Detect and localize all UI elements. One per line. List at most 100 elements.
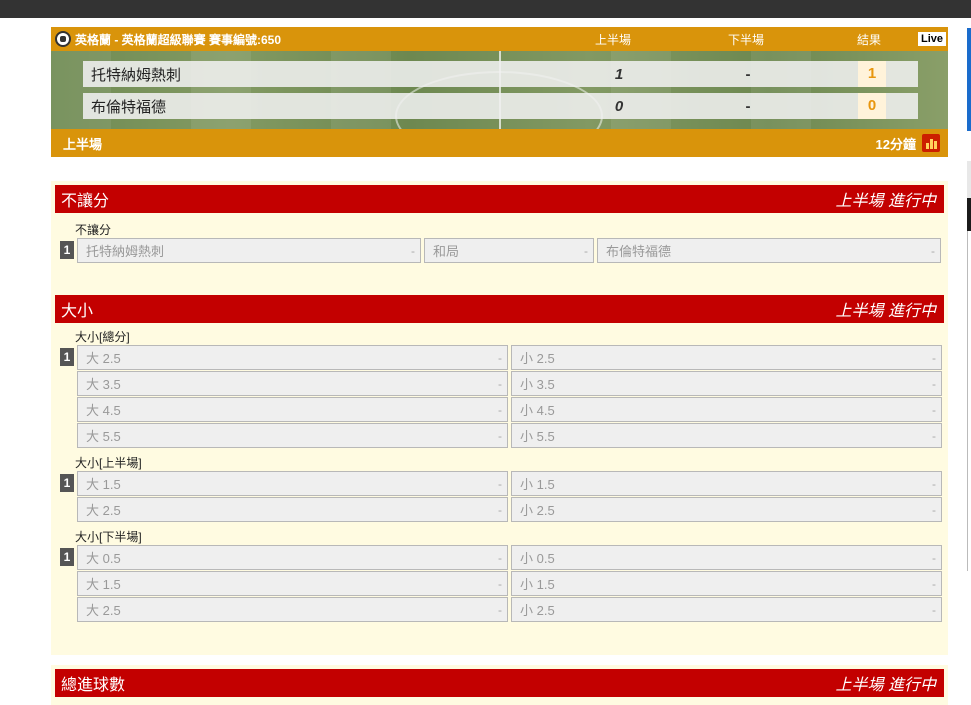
odds-cell-under[interactable]: 小 5.5 - bbox=[511, 423, 942, 448]
option-odds: - bbox=[498, 402, 502, 417]
panel-tab[interactable] bbox=[967, 198, 971, 231]
odds-cell-over[interactable]: 大 5.5 - bbox=[77, 423, 508, 448]
col-result: 結果 bbox=[856, 32, 881, 47]
option-label: 大 2.5 bbox=[86, 603, 121, 618]
market-number-badge: 1 bbox=[60, 474, 74, 492]
option-label: 大 4.5 bbox=[86, 403, 121, 418]
result-score: 1 bbox=[858, 61, 886, 87]
bar-chart-icon[interactable] bbox=[922, 134, 940, 152]
odds-cell-under[interactable]: 小 3.5 - bbox=[511, 371, 942, 396]
option-label: 托特納姆熱刺 bbox=[86, 244, 165, 259]
option-odds: - bbox=[932, 602, 936, 617]
option-odds: - bbox=[498, 428, 502, 443]
odds-block: 1 托特納姆熱刺 - 和局 - 布倫特福德 - bbox=[57, 238, 948, 264]
option-label: 小 4.5 bbox=[520, 403, 555, 418]
match-period: 上半場 bbox=[63, 136, 103, 152]
second-half-score: - bbox=[745, 65, 751, 83]
market-number-badge: 1 bbox=[60, 548, 74, 566]
odds-cell-over[interactable]: 大 0.5 - bbox=[77, 545, 508, 570]
section-title: 大小 bbox=[61, 303, 94, 320]
odds-row: 大 2.5 - 小 2.5 - bbox=[77, 497, 948, 523]
odds-cell-over[interactable]: 大 4.5 - bbox=[77, 397, 508, 422]
option-label: 大 2.5 bbox=[86, 503, 121, 518]
panel-divider bbox=[967, 161, 971, 198]
team-row-home: 托特納姆熱刺 1 - 1 bbox=[83, 61, 918, 87]
market-label: 大小[總分] bbox=[75, 330, 130, 344]
second-half-score: - bbox=[745, 97, 751, 115]
option-odds: - bbox=[932, 428, 936, 443]
col-second-half: 下半場 bbox=[727, 32, 764, 47]
option-label: 小 1.5 bbox=[520, 577, 555, 592]
odds-block: 1 大 2.5 - 小 2.5 - 大 3.5 - 小 3.5 - 大 4.5 - 小 4… bbox=[57, 345, 948, 449]
top-bar bbox=[0, 0, 971, 18]
option-odds: - bbox=[498, 550, 502, 565]
team-name: 布倫特福德 bbox=[91, 98, 167, 116]
section-no-handicap: 不讓分 上半場 進行中 不讓分 1 托特納姆熱刺 - 和局 - 布倫特福德 - bbox=[51, 181, 948, 293]
odds-cell-under[interactable]: 小 2.5 - bbox=[511, 597, 942, 622]
bar-chart-bar bbox=[930, 139, 933, 149]
section-header[interactable]: 大小 上半場 進行中 bbox=[55, 295, 944, 323]
option-odds: - bbox=[932, 576, 936, 591]
odds-cell-over[interactable]: 大 3.5 - bbox=[77, 371, 508, 396]
bar-chart-bar bbox=[934, 141, 937, 149]
pitch-background: 托特納姆熱刺 1 - 1 布倫特福德 0 - 0 bbox=[51, 51, 948, 129]
odds-row: 大 0.5 - 小 0.5 - bbox=[77, 545, 948, 571]
odds-cell-over[interactable]: 大 2.5 - bbox=[77, 597, 508, 622]
option-odds: - bbox=[932, 476, 936, 491]
odds-cell-over[interactable]: 大 1.5 - bbox=[77, 471, 508, 496]
option-odds: - bbox=[498, 576, 502, 591]
odds-cell-over[interactable]: 大 1.5 - bbox=[77, 571, 508, 596]
market-label: 大小[上半場] bbox=[75, 456, 142, 470]
odds-cell-under[interactable]: 小 4.5 - bbox=[511, 397, 942, 422]
section-status: 上半場 進行中 bbox=[835, 303, 936, 320]
odds-cell-home[interactable]: 托特納姆熱刺 - bbox=[77, 238, 421, 263]
odds-block: 1 大 0.5 - 小 0.5 - 大 1.5 - 小 1.5 - 大 2.5 - 小 2… bbox=[57, 545, 948, 623]
soccer-ball-icon bbox=[55, 31, 71, 47]
match-scoreboard: 英格蘭 - 英格蘭超級聯賽 賽事編號:650 上半場 下半場 結果 Live 托… bbox=[51, 27, 948, 157]
option-odds: - bbox=[411, 243, 415, 258]
option-label: 小 3.5 bbox=[520, 377, 555, 392]
odds-cell-over[interactable]: 大 2.5 - bbox=[77, 345, 508, 370]
section-title: 不讓分 bbox=[61, 193, 110, 210]
option-odds: - bbox=[932, 502, 936, 517]
option-label: 布倫特福德 bbox=[606, 244, 672, 259]
section-header[interactable]: 不讓分 上半場 進行中 bbox=[55, 185, 944, 213]
market-number-badge: 1 bbox=[60, 241, 74, 259]
option-odds: - bbox=[498, 502, 502, 517]
option-label: 小 2.5 bbox=[520, 603, 555, 618]
option-odds: - bbox=[498, 350, 502, 365]
odds-row: 大 2.5 - 小 2.5 - bbox=[77, 597, 948, 623]
odds-cell-over[interactable]: 大 2.5 - bbox=[77, 497, 508, 522]
option-label: 小 2.5 bbox=[520, 351, 555, 366]
odds-cell-under[interactable]: 小 1.5 - bbox=[511, 471, 942, 496]
odds-cell-under[interactable]: 小 0.5 - bbox=[511, 545, 942, 570]
odds-row: 大 5.5 - 小 5.5 - bbox=[77, 423, 948, 449]
option-label: 大 0.5 bbox=[86, 551, 121, 566]
odds-cell-away[interactable]: 布倫特福德 - bbox=[597, 238, 941, 263]
section-total-goals: 總進球數 上半場 進行中 bbox=[51, 665, 948, 705]
option-odds: - bbox=[584, 243, 588, 258]
first-half-score: 0 bbox=[614, 97, 624, 115]
odds-cell-under[interactable]: 小 2.5 - bbox=[511, 497, 942, 522]
odds-row: 大 3.5 - 小 3.5 - bbox=[77, 371, 948, 397]
section-title: 總進球數 bbox=[61, 677, 126, 694]
odds-row: 大 1.5 - 小 1.5 - bbox=[77, 471, 948, 497]
option-label: 大 5.5 bbox=[86, 429, 121, 444]
result-score: 0 bbox=[858, 93, 886, 119]
option-label: 大 1.5 bbox=[86, 577, 121, 592]
market-label: 不讓分 bbox=[75, 223, 112, 237]
odds-cell-under[interactable]: 小 1.5 - bbox=[511, 571, 942, 596]
right-panel-edge bbox=[947, 18, 971, 705]
market-number-badge: 1 bbox=[60, 348, 74, 366]
option-odds: - bbox=[932, 402, 936, 417]
odds-cell-under[interactable]: 小 2.5 - bbox=[511, 345, 942, 370]
match-footer: 上半場 12分鐘 bbox=[51, 129, 948, 157]
option-odds: - bbox=[498, 602, 502, 617]
odds-row: 大 2.5 - 小 2.5 - bbox=[77, 345, 948, 371]
live-badge[interactable]: Live bbox=[918, 32, 947, 46]
option-odds: - bbox=[932, 350, 936, 365]
odds-cell-draw[interactable]: 和局 - bbox=[424, 238, 594, 263]
option-odds: - bbox=[931, 243, 935, 258]
section-header[interactable]: 總進球數 上半場 進行中 bbox=[55, 669, 944, 697]
col-first-half: 上半場 bbox=[594, 32, 631, 47]
